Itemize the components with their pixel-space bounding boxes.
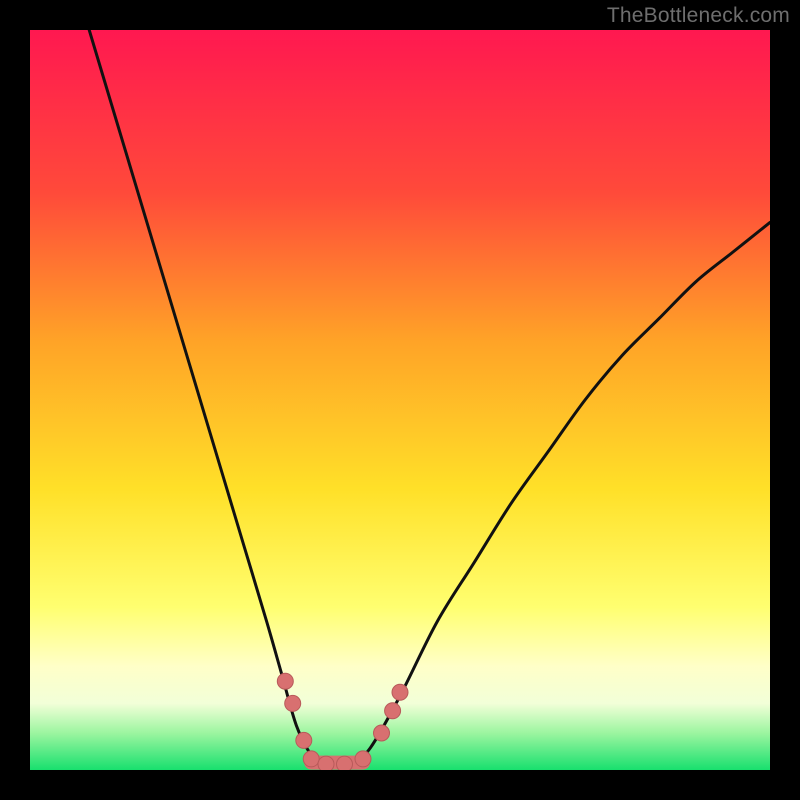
data-marker-7 (374, 725, 390, 741)
data-marker-6 (355, 751, 371, 767)
data-marker-4 (318, 756, 334, 770)
data-marker-3 (303, 751, 319, 767)
watermark-text: TheBottleneck.com (607, 4, 790, 28)
data-marker-9 (392, 684, 408, 700)
data-marker-8 (385, 703, 401, 719)
data-marker-2 (296, 732, 312, 748)
bottleneck-chart (30, 30, 770, 770)
data-marker-0 (277, 673, 293, 689)
data-marker-5 (337, 756, 353, 770)
outer-frame: TheBottleneck.com (0, 0, 800, 800)
gradient-background (30, 30, 770, 770)
data-marker-1 (285, 695, 301, 711)
chart-svg (30, 30, 770, 770)
